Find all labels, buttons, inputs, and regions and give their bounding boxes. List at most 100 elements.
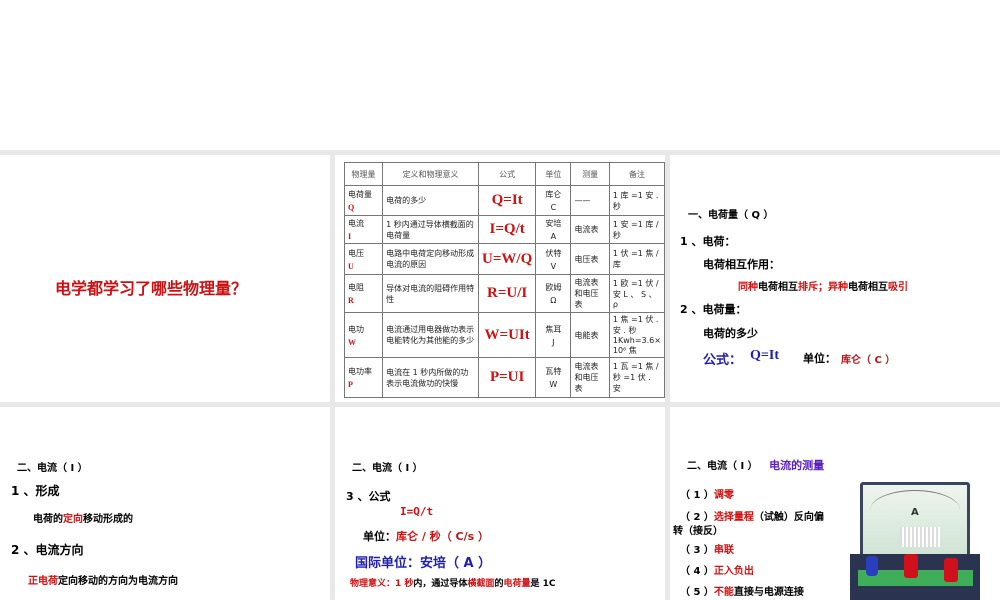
quantity-cell: 电功率 P bbox=[343, 357, 384, 398]
measure-cell: 电能表 bbox=[570, 312, 610, 358]
section-heading: 二、电流（ I ） bbox=[17, 463, 88, 474]
section-heading: 二、电流（ I ） bbox=[352, 463, 423, 474]
rule-text: 电荷相互 bbox=[758, 282, 798, 293]
quantity-symbol: Q bbox=[348, 203, 355, 212]
step-key: 正入负出 bbox=[713, 566, 754, 577]
quantity-cell: 电荷量 Q bbox=[343, 185, 384, 216]
definition-cell: 电流在 1 秒内所做的功 表示电流做功的快慢 bbox=[382, 357, 480, 398]
rule-repel: 排斥；异种 bbox=[798, 282, 848, 293]
unit-name: 安培 bbox=[545, 219, 562, 228]
item-charge: 1 、电荷： bbox=[680, 235, 736, 248]
interaction-rule: 同种电荷相互排斥；异种电荷相互吸引 bbox=[738, 278, 908, 293]
table-row: 电压 U 电路中电荷定向移动形成电流的原因 U=W/Q 伏特 V 电压表 1 伏 =1 焦 /… bbox=[343, 243, 665, 275]
note-cell: 1 伏 =1 焦 / 库 bbox=[608, 243, 665, 275]
quantity-cell: 电流 I bbox=[343, 215, 384, 244]
step-number: （ 4 ） bbox=[680, 566, 714, 577]
ammeter-image: A bbox=[840, 482, 985, 600]
si-unit: 国际单位：安培（ A ） bbox=[355, 556, 492, 571]
column-header: 备注 bbox=[608, 162, 665, 186]
unit-value: 库仑 / 秒 bbox=[396, 530, 441, 543]
text: 定向移动的方向为电流方向 bbox=[58, 576, 178, 587]
definition-cell: 电荷的多少 bbox=[382, 185, 480, 216]
unit-name: 焦耳 bbox=[545, 324, 562, 334]
unit-cell: 瓦特 W bbox=[535, 357, 572, 398]
unit-name: 欧姆 bbox=[545, 283, 562, 292]
unit-cell: 库仑 C bbox=[535, 185, 572, 216]
meter-label: A bbox=[911, 507, 919, 518]
unit-cell: 伏特 V bbox=[535, 243, 572, 275]
slide-current-measurement[interactable]: 二、电流（ I ） 电流的测量 （ 1 ）调零 （ 2 ）选择量程（试触）反向偏转… bbox=[670, 407, 1000, 600]
measure-cell: 电流表和电压表 bbox=[570, 274, 610, 313]
quantity-name: 电功率 bbox=[348, 367, 372, 376]
unit-symbol: W bbox=[549, 380, 558, 389]
quantity-name: 电流 bbox=[348, 219, 364, 228]
measure-cell: 电压表 bbox=[570, 243, 610, 275]
formula-cell: W=UIt bbox=[478, 312, 537, 358]
charge-desc: 电荷的多少 bbox=[703, 327, 758, 340]
column-header: 单位 bbox=[535, 162, 572, 186]
measure-cell: 电流表 bbox=[570, 215, 610, 244]
highlight: 定向 bbox=[63, 514, 83, 525]
step-text: 转（接反） bbox=[673, 526, 723, 537]
quantity-symbol: P bbox=[348, 380, 353, 389]
column-header: 公式 bbox=[478, 162, 537, 186]
text: 电荷的 bbox=[33, 514, 63, 525]
table-row: 电流 I 1 秒内通过导体横截面的电荷量 I=Q/t 安培 A 电流表 1 安 =1 库 / … bbox=[343, 215, 665, 244]
slide-title-question[interactable]: 电学都学习了哪些物理量？ bbox=[0, 155, 330, 402]
column-header: 物理量 bbox=[343, 162, 384, 186]
definition-cell: 电路中电荷定向移动形成电流的原因 bbox=[382, 243, 480, 275]
step-key: 不能 bbox=[713, 587, 734, 598]
measurement-step: （ 4 ）正入负出 bbox=[680, 562, 754, 577]
measurement-step: （ 5 ）不能直接与电源连接 bbox=[680, 583, 804, 598]
slide-top-blank[interactable] bbox=[0, 0, 1000, 150]
measurement-step: （ 3 ）串联 bbox=[680, 541, 734, 556]
highlight: 电荷量 bbox=[503, 579, 531, 589]
formula-cell: Q=It bbox=[478, 185, 537, 216]
formula-cell: U=W/Q bbox=[478, 243, 537, 275]
quantity-cell: 电阻 R bbox=[343, 274, 384, 313]
quantity-symbol: W bbox=[348, 337, 356, 347]
highlight: 横截面 bbox=[467, 579, 495, 589]
note-cell: 1 瓦 =1 焦 / 秒 =1 伏 . 安 bbox=[608, 357, 665, 398]
quantity-symbol: R bbox=[348, 296, 354, 305]
unit-name: 库仑 bbox=[545, 190, 562, 199]
physical-meaning: 物理意义：1 秒内，通过导体横截面的电荷量是 1C bbox=[350, 576, 556, 589]
unit-symbol: J bbox=[552, 337, 555, 347]
quantity-symbol: I bbox=[348, 232, 352, 241]
measurement-step: 转（接反） bbox=[673, 522, 723, 537]
note-cell: 1 欧 =1 伏 / 安 L 、 S 、 ρ bbox=[608, 274, 665, 313]
slide-quantities-table[interactable]: 物理量 定义和物理意义 公式 单位 测量 备注 电荷量 Q 电荷的多少 Q=It 库仑 C —— 1 库… bbox=[335, 155, 665, 402]
slide-current-formation[interactable]: 二、电流（ I ） 1 、形成 电荷的定向移动形成的 2 、电流方向 正电荷定向… bbox=[0, 407, 330, 600]
formula-cell: R=U/I bbox=[478, 274, 537, 313]
step-key: 串联 bbox=[713, 545, 734, 556]
table-row: 电功率 P 电流在 1 秒内所做的功 表示电流做功的快慢 P=UI 瓦特 W 电流表和电压表… bbox=[343, 357, 665, 398]
formula: Q=It bbox=[750, 348, 779, 363]
quantity-name: 电压 bbox=[348, 248, 364, 258]
item-direction: 2 、电流方向 bbox=[11, 543, 84, 557]
note-cell: 1 安 =1 库 / 秒 bbox=[608, 215, 665, 244]
slide-current-formula[interactable]: 二、电流（ I ） 3 、公式 I=Q/t 单位：库仑 / 秒（ C/s ） 国… bbox=[335, 407, 665, 600]
step-number: （ 5 ） bbox=[680, 587, 714, 598]
slide-charge[interactable]: 一、电荷量（ Q ） 1 、电荷： 电荷相互作用： 同种电荷相互排斥；异种电荷相… bbox=[670, 155, 1000, 402]
unit-symbol: （ C/s ） bbox=[440, 530, 489, 543]
text: 是 1C bbox=[530, 579, 556, 589]
definition-cell: 1 秒内通过导体横截面的电荷量 bbox=[382, 215, 480, 244]
quantity-name: 电功 bbox=[348, 324, 364, 334]
unit-cell: 安培 A bbox=[535, 215, 572, 244]
unit-label: 单位： bbox=[803, 352, 836, 365]
item-formula: 3 、公式 bbox=[346, 490, 391, 503]
measure-cell: —— bbox=[570, 185, 610, 216]
unit-cell: 焦耳 J bbox=[535, 312, 572, 358]
subheading: 电流的测量 bbox=[769, 459, 825, 472]
quantity-name: 电荷量 bbox=[348, 190, 372, 199]
formula-label: 公式： bbox=[703, 353, 743, 368]
definition-cell: 导体对电流的阻碍作用特性 bbox=[382, 274, 480, 313]
unit-symbol: A bbox=[550, 232, 557, 241]
step-number: （ 1 ） bbox=[680, 490, 714, 501]
column-header: 测量 bbox=[570, 162, 610, 186]
unit-name: 瓦特 bbox=[545, 367, 562, 376]
table-row: 电阻 R 导体对电流的阻碍作用特性 R=U/I 欧姆 Ω 电流表和电压表 1 欧 =1 伏 /… bbox=[343, 274, 665, 313]
interaction-label: 电荷相互作用： bbox=[703, 258, 780, 271]
text: 移动形成的 bbox=[83, 514, 133, 525]
formation-text: 电荷的定向移动形成的 bbox=[33, 510, 133, 525]
